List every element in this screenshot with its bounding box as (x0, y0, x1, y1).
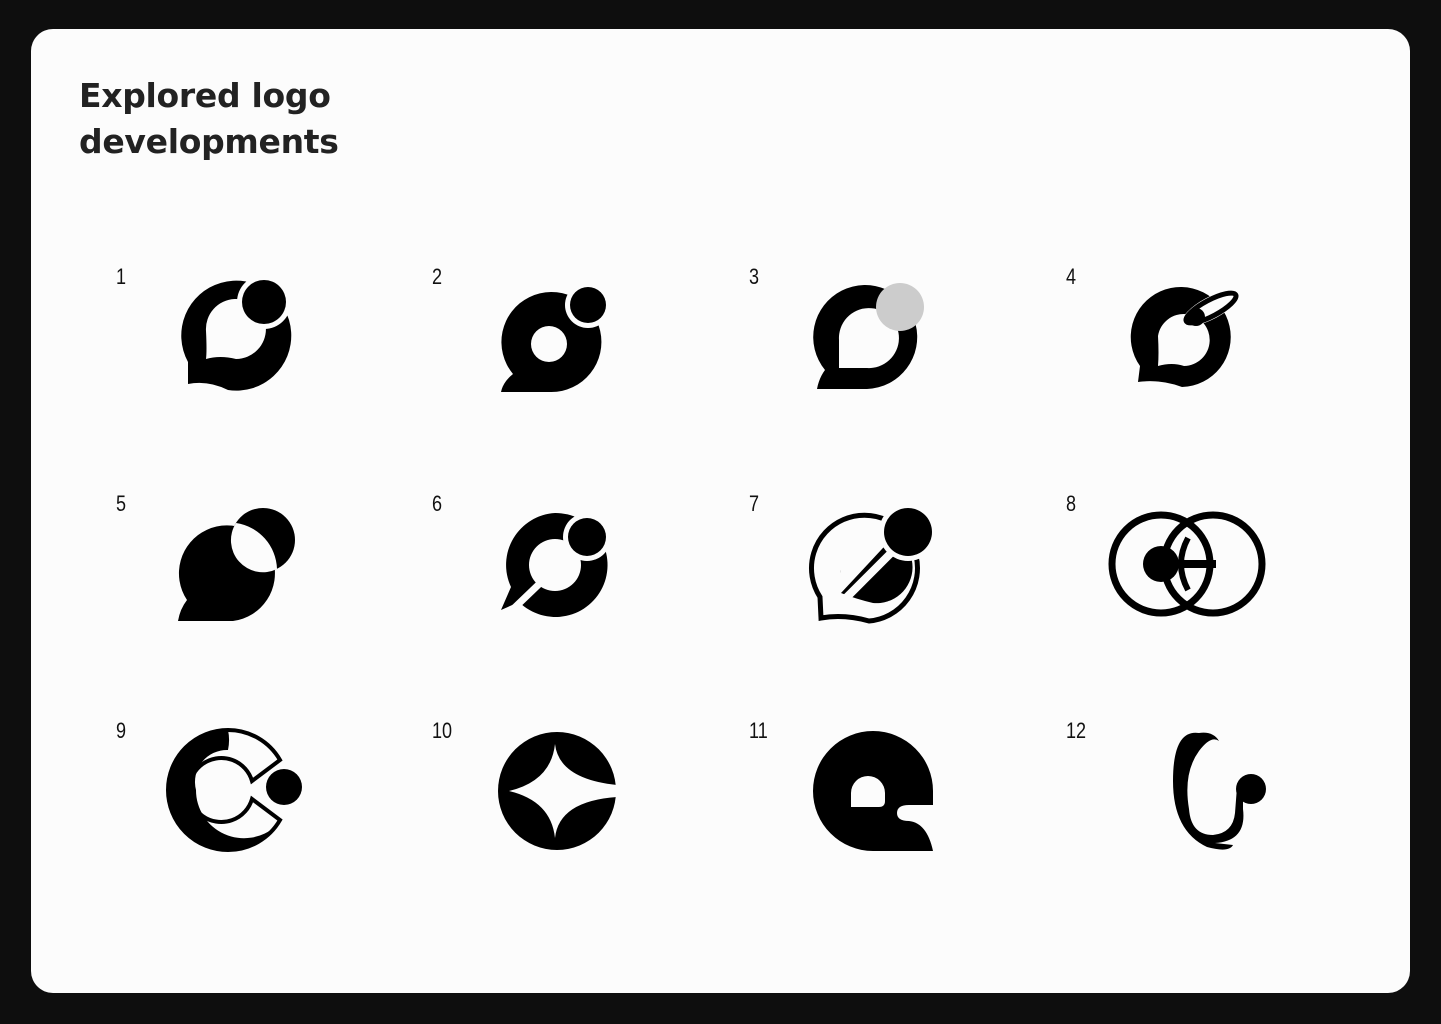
title-line-2: developments (79, 122, 339, 161)
presentation-card: Explored logo developments 1 2 3 4 5 6 7… (31, 29, 1410, 993)
ring-blob-icon (501, 282, 611, 393)
logo-number-6: 6 (432, 491, 443, 516)
logo-number-12: 12 (1066, 718, 1087, 743)
logo-number-10: 10 (432, 718, 453, 743)
split-ring-icon (501, 512, 611, 617)
logo-number-1: 1 (116, 264, 127, 289)
logo-number-4: 4 (1066, 264, 1077, 289)
logo-number-3: 3 (749, 264, 760, 289)
overlapping-bubbles-icon (178, 508, 295, 621)
logo-number-5: 5 (116, 491, 127, 516)
logo-number-8: 8 (1066, 491, 1077, 516)
interlocked-rings-icon (1108, 511, 1266, 617)
sparkle-star-circle-icon (498, 732, 617, 850)
logo-number-2: 2 (432, 264, 443, 289)
speech-bubble-ring-icon (1130, 287, 1240, 387)
logo-number-7: 7 (749, 491, 760, 516)
page-title: Explored logo developments (79, 73, 339, 165)
letter-j-dot-icon (1173, 732, 1266, 850)
logo-number-11: 11 (749, 718, 768, 743)
title-line-1: Explored logo (79, 76, 331, 115)
letter-a-shape-icon (813, 731, 933, 851)
speech-bubble-orbit-icon (181, 275, 292, 391)
logo-number-9: 9 (116, 718, 127, 743)
speech-bubble-gray-dot-icon (813, 283, 924, 389)
letter-c-dot-icon (166, 727, 302, 853)
outlined-bubble-slash-icon (808, 503, 937, 624)
